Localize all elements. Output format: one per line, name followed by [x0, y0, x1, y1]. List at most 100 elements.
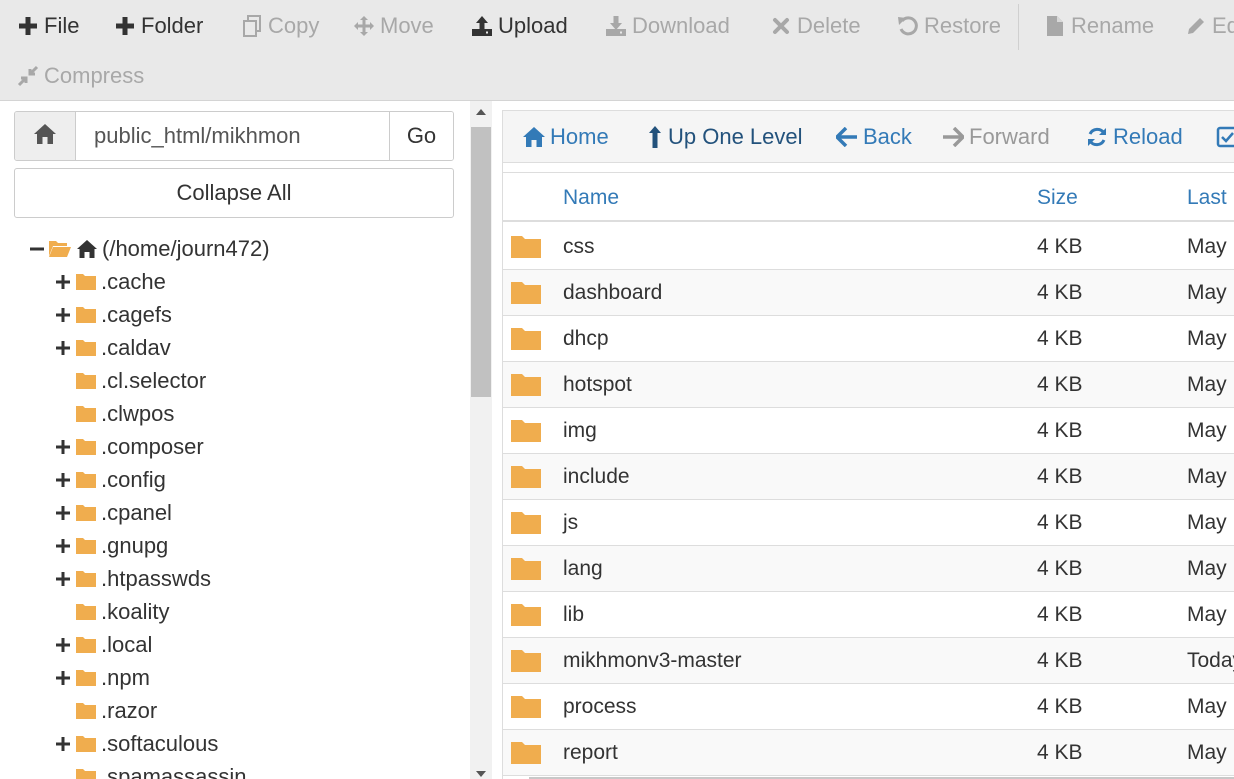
tree-item[interactable]: .config — [54, 463, 166, 496]
tree-scrollbar[interactable] — [470, 101, 492, 779]
tree-item[interactable]: .razor — [54, 694, 157, 727]
tree-root[interactable]: (/home/journ472) — [28, 232, 270, 265]
tree-item[interactable]: .koality — [54, 595, 169, 628]
reload-button[interactable]: Reload — [1085, 111, 1183, 163]
table-row[interactable]: report 4 KB May — [503, 730, 1234, 776]
move-label: Move — [380, 13, 434, 38]
compress-icon — [16, 64, 40, 88]
expand-icon[interactable] — [54, 438, 72, 456]
expand-icon[interactable] — [54, 471, 72, 489]
tree-item[interactable]: .cpanel — [54, 496, 172, 529]
expand-icon[interactable] — [54, 735, 72, 753]
delete-button[interactable]: Delete — [769, 1, 861, 51]
folder-icon — [74, 734, 98, 754]
path-home-button[interactable] — [15, 112, 76, 160]
rename-label: Rename — [1071, 13, 1155, 38]
restore-button[interactable]: Restore — [896, 1, 1001, 51]
tree-item[interactable]: .cl.selector — [54, 364, 206, 397]
folder-icon — [74, 701, 98, 721]
folder-icon — [510, 372, 542, 398]
table-row[interactable]: img 4 KB May — [503, 408, 1234, 454]
table-row[interactable]: dashboard 4 KB May — [503, 270, 1234, 316]
tree-item[interactable]: .softaculous — [54, 727, 218, 760]
expand-icon[interactable] — [54, 504, 72, 522]
file-name: hotspot — [563, 373, 632, 396]
file-size: 4 KB — [1037, 235, 1083, 258]
folder-icon — [74, 437, 98, 457]
file-modified-date: May — [1187, 695, 1227, 718]
home-nav-label: Home — [550, 124, 609, 149]
up-one-level-button[interactable]: Up One Level — [646, 111, 803, 163]
move-button[interactable]: Move — [352, 1, 434, 51]
table-row[interactable]: lib 4 KB May — [503, 592, 1234, 638]
tree-item-label: .razor — [101, 697, 158, 723]
file-size: 4 KB — [1037, 511, 1083, 534]
download-icon — [604, 14, 628, 38]
copy-label: Copy — [268, 13, 320, 38]
table-row[interactable]: js 4 KB May — [503, 500, 1234, 546]
select-all-button[interactable] — [1215, 111, 1234, 163]
size-column-header[interactable]: Size — [1037, 173, 1078, 223]
tree-item[interactable]: .local — [54, 628, 152, 661]
table-row[interactable]: dhcp 4 KB May — [503, 316, 1234, 362]
pencil-icon — [1184, 14, 1208, 38]
tree-item[interactable]: .npm — [54, 661, 150, 694]
file-list-panel: Home Up One Level Back Forward Reload Na… — [502, 110, 1234, 779]
tree-item[interactable]: .composer — [54, 430, 204, 463]
file-modified-date: May — [1187, 373, 1227, 396]
name-column-header[interactable]: Name — [563, 173, 619, 223]
table-row[interactable]: hotspot 4 KB May — [503, 362, 1234, 408]
edit-button[interactable]: Ed — [1184, 1, 1234, 51]
expand-icon[interactable] — [54, 636, 72, 654]
path-bar: Go — [14, 111, 454, 161]
back-button[interactable]: Back — [835, 111, 912, 163]
tree-item[interactable]: .cache — [54, 265, 166, 298]
last-modified-column-header[interactable]: Last — [1187, 173, 1227, 223]
home-nav-button[interactable]: Home — [522, 111, 609, 163]
file-size: 4 KB — [1037, 557, 1083, 580]
file-size: 4 KB — [1037, 649, 1083, 672]
folder-icon — [510, 694, 542, 720]
tree-item[interactable]: .gnupg — [54, 529, 168, 562]
collapse-icon[interactable] — [28, 240, 46, 258]
copy-button[interactable]: Copy — [240, 1, 319, 51]
new-file-button[interactable]: File — [16, 1, 79, 51]
expand-icon[interactable] — [54, 570, 72, 588]
scroll-down-icon[interactable] — [476, 771, 486, 777]
table-row[interactable]: css 4 KB May — [503, 224, 1234, 270]
upload-button[interactable]: Upload — [470, 1, 568, 51]
expand-icon[interactable] — [54, 669, 72, 687]
tree-item-label: .koality — [101, 598, 170, 624]
rename-button[interactable]: Rename — [1043, 1, 1154, 51]
folder-icon — [74, 767, 98, 779]
delete-label: Delete — [797, 13, 861, 38]
expand-icon[interactable] — [54, 306, 72, 324]
compress-button[interactable]: Compress — [16, 51, 144, 101]
table-row[interactable]: include 4 KB May — [503, 454, 1234, 500]
forward-button[interactable]: Forward — [941, 111, 1050, 163]
tree-item[interactable]: .spamassassin — [54, 760, 247, 779]
expand-icon[interactable] — [54, 339, 72, 357]
new-folder-button[interactable]: Folder — [113, 1, 203, 51]
tree-item[interactable]: .clwpos — [54, 397, 174, 430]
tree-item-label: .npm — [101, 664, 150, 690]
tree-item[interactable]: .cagefs — [54, 298, 172, 331]
file-name: report — [563, 741, 618, 764]
expand-icon[interactable] — [54, 537, 72, 555]
folder-icon — [74, 503, 98, 523]
arrow-left-icon — [835, 125, 859, 149]
path-input[interactable] — [76, 112, 389, 160]
tree-item[interactable]: .caldav — [54, 331, 171, 364]
download-button[interactable]: Download — [604, 1, 730, 51]
expand-icon[interactable] — [54, 273, 72, 291]
table-row[interactable]: lang 4 KB May — [503, 546, 1234, 592]
table-row[interactable]: mikhmonv3-master 4 KB Today — [503, 638, 1234, 684]
folder-icon — [510, 418, 542, 444]
table-row[interactable]: process 4 KB May — [503, 684, 1234, 730]
scroll-up-icon[interactable] — [476, 109, 486, 115]
go-button[interactable]: Go — [389, 112, 453, 160]
tree-item[interactable]: .htpasswds — [54, 562, 211, 595]
collapse-all-button[interactable]: Collapse All — [14, 168, 454, 218]
file-name: include — [563, 465, 630, 488]
scroll-thumb[interactable] — [471, 127, 491, 397]
